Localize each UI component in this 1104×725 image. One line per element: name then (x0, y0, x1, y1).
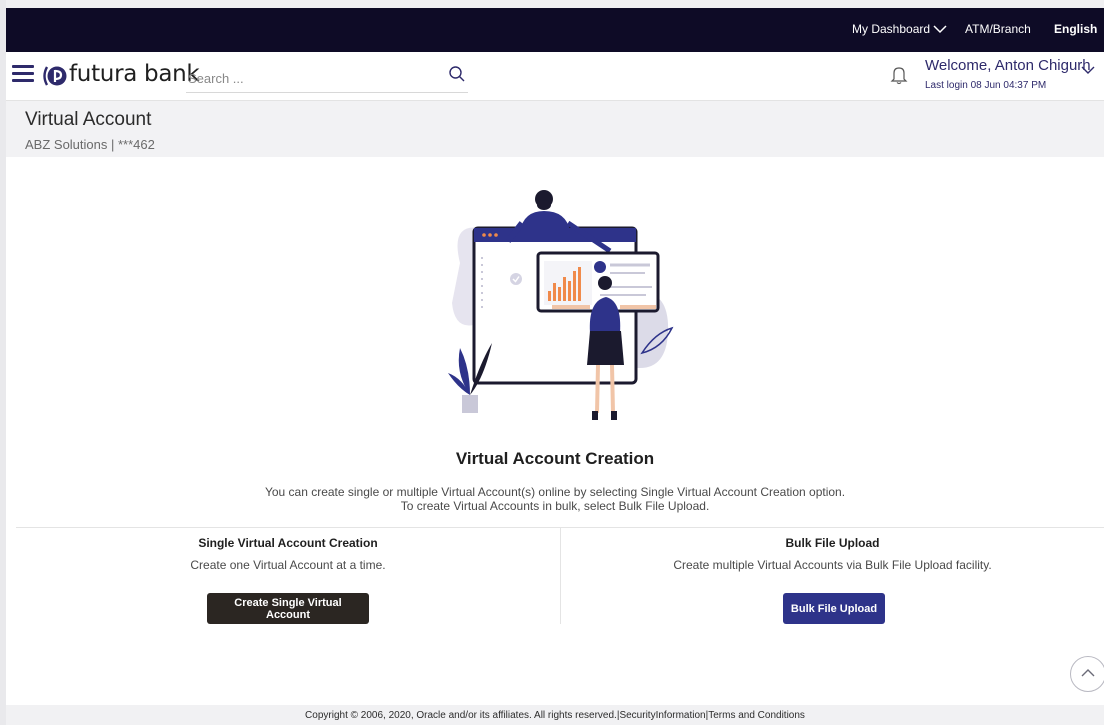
atm-branch-link[interactable]: ATM/Branch (965, 22, 1031, 36)
language-selector[interactable]: English (1054, 22, 1097, 36)
creation-description: You can create single or multiple Virtua… (6, 485, 1104, 513)
creation-heading: Virtual Account Creation (455, 449, 655, 468)
last-login-text: Last login 08 Jun 04:37 PM (925, 80, 1047, 91)
my-dashboard-link[interactable]: My Dashboard (852, 22, 930, 36)
bulk-file-upload-button[interactable]: Bulk File Upload (783, 593, 885, 624)
chevron-up-icon (1081, 669, 1095, 677)
page-title: Virtual Account (25, 109, 152, 130)
scroll-to-top-button[interactable] (1070, 656, 1104, 692)
single-creation-title: Single Virtual Account Creation (198, 536, 378, 550)
single-creation-panel: Single Virtual Account Creation Create o… (16, 535, 560, 635)
app-window: My Dashboard ATM/Branch English futura b… (0, 0, 1104, 725)
create-single-virtual-account-button[interactable]: Create Single Virtual Account (207, 593, 369, 624)
hamburger-icon[interactable] (12, 63, 34, 85)
futura-bank-logo-icon (43, 66, 67, 86)
welcome-user-menu[interactable]: Welcome, Anton Chigurh (925, 57, 1091, 74)
bulk-upload-title: Bulk File Upload (785, 536, 880, 550)
bulk-upload-description: Create multiple Virtual Accounts via Bul… (673, 558, 992, 572)
terms-and-conditions-link[interactable]: Terms and Conditions (708, 710, 805, 721)
bulk-upload-panel: Bulk File Upload Create multiple Virtual… (561, 535, 1104, 635)
app-header: futura bank Welcome, Anton Chigurh Last … (6, 52, 1104, 101)
chevron-down-icon[interactable] (932, 22, 948, 36)
bell-icon[interactable] (890, 65, 908, 85)
creation-description-line-1: You can create single or multiple Virtua… (264, 485, 846, 499)
single-creation-description: Create one Virtual Account at a time. (190, 558, 386, 572)
top-utility-bar: My Dashboard ATM/Branch English (6, 8, 1104, 52)
copyright-text: Copyright © 2006, 2020, Oracle and/or it… (305, 710, 617, 721)
search-icon[interactable] (448, 65, 466, 83)
chevron-down-icon[interactable] (1080, 64, 1096, 76)
search-box (186, 62, 468, 93)
security-information-link[interactable]: SecurityInformation (619, 710, 705, 721)
virtual-account-illustration (448, 190, 674, 420)
window-edge-top (0, 0, 1104, 8)
search-input[interactable] (186, 66, 440, 90)
creation-description-line-2: To create Virtual Accounts in bulk, sele… (400, 499, 710, 513)
brand-name[interactable]: futura bank (69, 61, 200, 87)
page-footer: Copyright © 2006, 2020, Oracle and/or it… (6, 705, 1104, 725)
page-title-band: Virtual Account ABZ Solutions | ***462 (6, 101, 1104, 157)
party-account-subtitle: ABZ Solutions | ***462 (25, 137, 155, 152)
